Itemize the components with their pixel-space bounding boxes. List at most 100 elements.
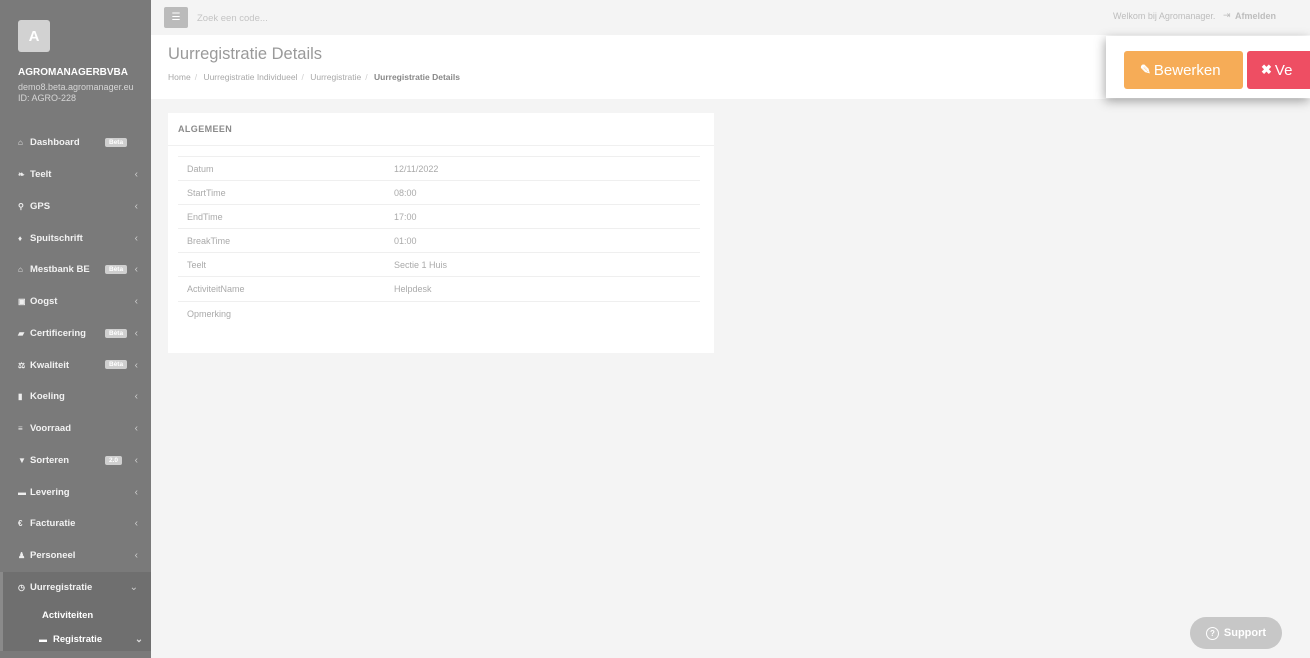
hamburger-icon[interactable]: ☰ — [164, 7, 188, 28]
sidebar-item-dashboard[interactable]: ⌂ Dashboard Beta — [0, 127, 151, 159]
chevron-left-icon: ‹ — [134, 200, 138, 212]
home-icon: ⌂ — [18, 138, 23, 148]
chevron-left-icon: ‹ — [134, 169, 138, 181]
sidebar-item-label: Teelt — [30, 169, 52, 181]
sidebar-subitem-registratie[interactable]: ▬ Registratie ⌄ — [0, 627, 151, 652]
sidebar-item-label: Mestbank BE — [30, 264, 90, 276]
sidebar-item-badge: Bèta — [105, 265, 128, 274]
chevron-left-icon: ‹ — [134, 296, 138, 308]
breadcrumb-separator: / — [194, 72, 198, 82]
chevron-left-icon: ‹ — [134, 327, 138, 339]
sidebar-item-sorteren[interactable]: ▼ Sorteren 2.0 ‹ — [0, 445, 151, 477]
sidebar-item-badge: Beta — [105, 138, 128, 147]
edit-button-label: Bewerken — [1153, 61, 1221, 79]
sidebar-item-uurregistratie[interactable]: ◷ Uurregistratie ⌄ — [0, 571, 151, 604]
detail-key: EndTime — [187, 212, 223, 223]
detail-value: Helpdesk — [394, 284, 432, 295]
sidebar-item-badge: Bèta — [105, 360, 128, 370]
table-row: Teelt Sectie 1 Huis — [178, 252, 700, 276]
sidebar-item-facturatie[interactable]: € Facturatie ‹ — [0, 508, 151, 540]
sidebar-item-label: Certificering — [30, 327, 86, 339]
sidebar-subitem-label: Activiteiten — [42, 609, 94, 621]
breadcrumb-separator: / — [365, 72, 368, 82]
delete-button-label: Ve — [1274, 61, 1293, 79]
sidebar-item-gps[interactable]: ⚲ GPS ‹ — [0, 191, 151, 223]
sidebar-item-label: Facturatie — [30, 518, 76, 530]
user-icon: ♟ — [18, 551, 26, 561]
thermometer-icon: ▮ — [18, 392, 23, 402]
sidebar-item-oogst[interactable]: ▣ Oogst ‹ — [0, 286, 151, 318]
clock-icon: ◷ — [18, 582, 25, 592]
table-row: Datum 12/11/2022 — [178, 156, 700, 180]
sign-out-icon[interactable]: ⇥ — [1223, 10, 1231, 21]
sidebar-item-voorraad[interactable]: ≡ Voorraad ‹ — [0, 413, 151, 445]
sidebar-menu: ⌂ Dashboard Beta ❧ Teelt ‹ ⚲ GPS ‹ ♦ Spuitschrift ‹… — [0, 127, 151, 652]
sidebar-item-mestbank-be[interactable]: ⌂ Mestbank BE Bèta ‹ — [0, 254, 151, 286]
detail-key: ActiviteitName — [187, 284, 245, 295]
chevron-left-icon: ‹ — [134, 359, 138, 371]
sidebar-item-label: Kwaliteit — [30, 359, 70, 371]
map-marker-icon: ⚲ — [18, 201, 24, 211]
card-divider — [168, 145, 714, 146]
sidebar-item-label: Voorraad — [30, 423, 72, 435]
breadcrumb-uurregistratie[interactable]: Uurregistratie — [310, 72, 361, 82]
breadcrumb-home[interactable]: Home — [168, 72, 191, 82]
logout-link[interactable]: Afmelden — [1235, 11, 1276, 21]
sidebar-item-label: Koeling — [30, 391, 65, 403]
detail-key: BreakTime — [187, 236, 231, 247]
search-input[interactable] — [197, 8, 457, 28]
leaf-icon: ❧ — [18, 170, 25, 180]
sidebar-item-levering[interactable]: ▬ Levering ‹ — [0, 476, 151, 508]
sidebar-item-koeling[interactable]: ▮ Koeling ‹ — [0, 381, 151, 413]
detail-value: 12/11/2022 — [394, 164, 439, 174]
sidebar-item-badge: Bèta — [105, 328, 128, 338]
chevron-down-icon: ⌄ — [135, 633, 143, 645]
detail-key: Opmerking — [187, 308, 232, 319]
truck-icon: ▬ — [18, 487, 26, 497]
detail-table: Datum 12/11/2022 StartTime 08:00 EndTime 17:0… — [178, 156, 700, 325]
avatar[interactable]: A — [18, 20, 50, 52]
detail-value: Sectie 1 Huis — [394, 260, 448, 271]
support-label: Support — [1223, 627, 1267, 639]
table-row: StartTime 08:00 — [178, 180, 700, 204]
company-name: AGROMANAGERBVBA — [18, 67, 128, 78]
sidebar: A AGROMANAGERBVBA demo8.beta.agromanager… — [0, 0, 151, 658]
sidebar-item-spuitschrift[interactable]: ♦ Spuitschrift ‹ — [0, 222, 151, 254]
sidebar-subitem-label: Registratie — [53, 633, 103, 645]
sidebar-item-personeel[interactable]: ♟ Personeel ‹ — [0, 540, 151, 572]
chevron-left-icon: ‹ — [134, 550, 138, 562]
support-button[interactable]: ? Support — [1190, 617, 1282, 649]
chevron-left-icon: ‹ — [134, 264, 138, 276]
sidebar-item-label: Levering — [30, 486, 70, 498]
sidebar-item-label: Dashboard — [30, 137, 80, 149]
action-panel: ✎ Bewerken ✖ Ve — [1106, 36, 1310, 98]
chevron-left-icon: ‹ — [134, 518, 138, 530]
chevron-left-icon: ‹ — [134, 423, 138, 435]
table-row: ActiviteitName Helpdesk — [178, 276, 700, 300]
list-icon: ≡ — [18, 424, 23, 434]
company-id: ID: AGRO-228 — [18, 93, 77, 103]
chevron-left-icon: ‹ — [134, 454, 138, 466]
sidebar-item-kwaliteit[interactable]: ⚖ Kwaliteit Bèta ‹ — [0, 349, 151, 381]
edit-button[interactable]: ✎ Bewerken — [1124, 51, 1243, 89]
sidebar-item-label: Uurregistratie — [30, 581, 93, 593]
sidebar-item-label: Oogst — [30, 296, 58, 308]
sidebar-item-certificering[interactable]: ▰ Certificering Bèta ‹ — [0, 318, 151, 350]
chevron-down-icon: ⌄ — [129, 581, 138, 593]
details-card: ALGEMEEN Datum 12/11/2022 StartTime 08:00 En… — [168, 113, 714, 353]
breadcrumb-uurregistratie-individueel[interactable]: Uurregistratie Individueel — [203, 72, 297, 82]
tint-icon: ♦ — [18, 233, 23, 243]
sidebar-item-teelt[interactable]: ❧ Teelt ‹ — [0, 159, 151, 191]
euro-icon: € — [18, 519, 23, 529]
sidebar-item-badge: 2.0 — [105, 455, 123, 465]
table-row: EndTime 17:00 — [178, 204, 700, 228]
detail-value: 01:00 — [394, 236, 417, 247]
detail-value: 08:00 — [394, 188, 417, 199]
sidebar-item-label: Spuitschrift — [30, 232, 83, 244]
delete-button[interactable]: ✖ Ve — [1247, 51, 1310, 89]
detail-key: Datum — [187, 164, 214, 174]
sidebar-subitem-activiteiten[interactable]: Activiteiten — [0, 603, 151, 628]
card-title: ALGEMEEN — [178, 124, 233, 134]
chevron-left-icon: ‹ — [134, 486, 138, 498]
folder-open-icon: ▬ — [39, 634, 47, 644]
